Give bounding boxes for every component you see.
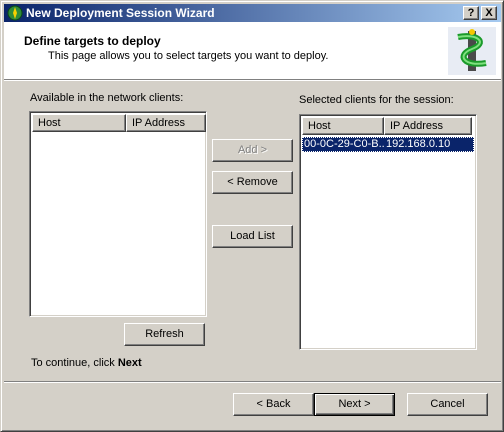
available-list-header: Host IP Address [32, 114, 206, 132]
app-icon [7, 5, 23, 21]
back-button[interactable]: < Back [233, 393, 314, 416]
close-button[interactable]: X [481, 6, 497, 20]
available-clients-label: Available in the network clients: [30, 92, 184, 104]
page-title: Define targets to deploy [24, 34, 161, 48]
remove-button[interactable]: < Remove [212, 171, 293, 194]
client-host-cell: 00-0C-29-C0-B... [304, 138, 384, 150]
continue-hint-prefix: To continue, click [31, 357, 118, 369]
selected-list-header: Host IP Address [302, 117, 472, 135]
refresh-button[interactable]: Refresh [124, 323, 205, 346]
title-bar[interactable]: New Deployment Session Wizard ? X [4, 4, 501, 22]
continue-hint-next: Next [117, 357, 142, 369]
selected-col-host[interactable]: Host [302, 117, 384, 135]
selected-clients-list[interactable]: Host IP Address 00-0C-29-C0-B... 192.168… [299, 114, 477, 350]
help-button[interactable]: ? [463, 6, 479, 20]
next-button[interactable]: Next > [314, 393, 395, 416]
client-ip-cell: 192.168.0.10 [386, 138, 451, 150]
continue-hint: To continue, click Next [31, 357, 142, 369]
page-description: This page allows you to select targets y… [48, 50, 329, 62]
cancel-button[interactable]: Cancel [407, 393, 488, 416]
wizard-window: New Deployment Session Wizard ? X Define… [0, 0, 504, 432]
selected-col-ip[interactable]: IP Address [384, 117, 472, 135]
load-list-button[interactable]: Load List [212, 225, 293, 248]
available-clients-list[interactable]: Host IP Address [29, 111, 207, 317]
deployment-icon [448, 27, 496, 75]
footer-divider [4, 381, 501, 383]
wizard-header: Define targets to deploy This page allow… [4, 22, 501, 80]
selected-client-row[interactable]: 00-0C-29-C0-B... 192.168.0.10 [302, 137, 474, 152]
selected-clients-label: Selected clients for the session: [299, 94, 454, 106]
window-title: New Deployment Session Wizard [26, 6, 215, 20]
available-col-host[interactable]: Host [32, 114, 126, 132]
add-button[interactable]: Add > [212, 139, 293, 162]
available-col-ip[interactable]: IP Address [126, 114, 206, 132]
